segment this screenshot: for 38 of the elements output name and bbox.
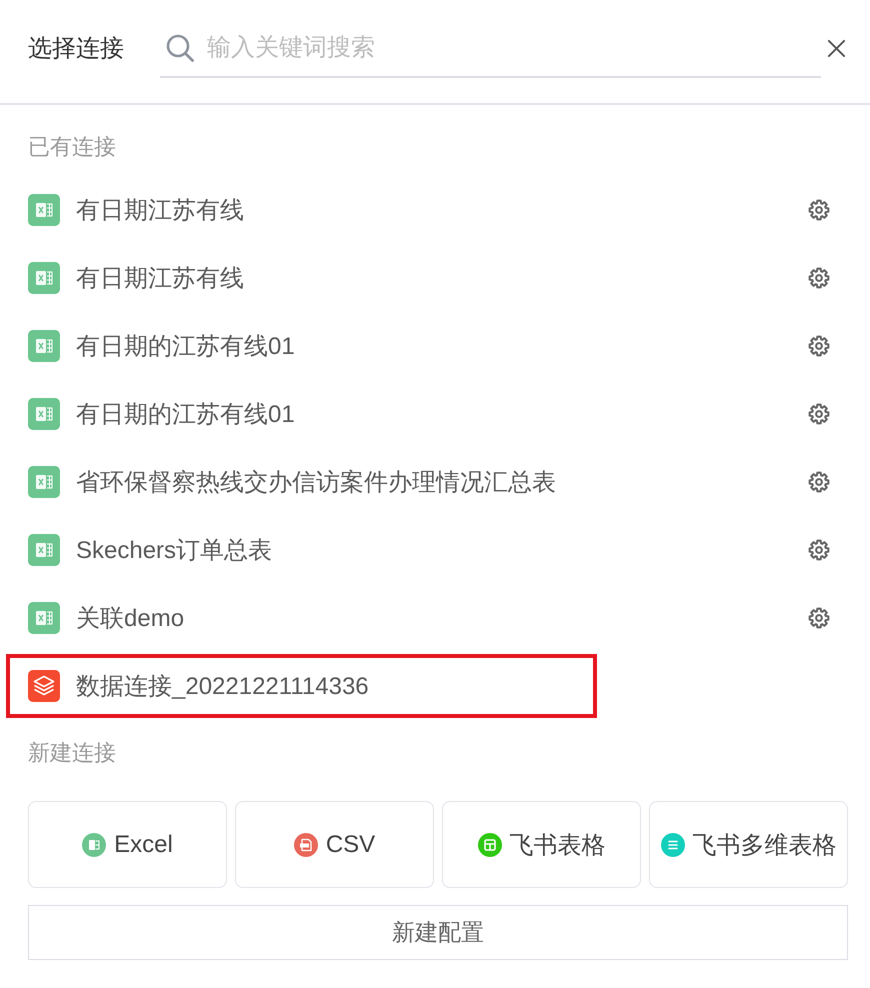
settings-icon[interactable] — [808, 335, 830, 357]
close-icon[interactable] — [827, 39, 846, 58]
connection-name[interactable]: 有日期的江苏有线01 — [76, 398, 295, 430]
source-button[interactable]: CSV — [235, 801, 434, 888]
new-config-button[interactable]: 新建配置 — [28, 905, 848, 960]
connection-name[interactable]: 省环保督察热线交办信访案件办理情况汇总表 — [76, 466, 556, 498]
connection-name[interactable]: 数据连接_20221221114336 — [76, 670, 369, 702]
settings-icon[interactable] — [808, 199, 830, 221]
connection-name[interactable]: 有日期的江苏有线01 — [76, 330, 295, 362]
search-field[interactable]: 输入关键词搜索 — [207, 31, 821, 65]
spreadsheet-file-icon — [28, 330, 60, 362]
connection-name[interactable]: Skechers订单总表 — [76, 534, 272, 566]
source-button[interactable]: 飞书多维表格 — [649, 801, 848, 888]
connection-name[interactable]: 有日期江苏有线 — [76, 194, 244, 226]
document-icon — [294, 832, 318, 856]
spreadsheet-file-icon — [28, 194, 60, 226]
source-button[interactable]: Excel — [28, 801, 227, 888]
spreadsheet-file-icon — [28, 466, 60, 498]
spreadsheet-file-icon — [28, 602, 60, 634]
lines-icon — [660, 832, 684, 856]
settings-icon[interactable] — [808, 267, 830, 289]
spreadsheet-file-icon — [28, 398, 60, 430]
spreadsheet-file-icon — [82, 832, 106, 856]
section-heading: 新建连接 — [28, 739, 116, 767]
spreadsheet-file-icon — [28, 262, 60, 294]
settings-icon[interactable] — [808, 403, 830, 425]
search-icon — [166, 34, 194, 62]
grid-icon — [478, 832, 502, 856]
connection-name[interactable]: 关联demo — [76, 602, 184, 634]
stacked-layers-icon — [28, 670, 60, 702]
settings-icon[interactable] — [808, 607, 830, 629]
section-heading: 已有连接 — [28, 133, 116, 161]
connection-name[interactable]: 有日期江苏有线 — [76, 262, 244, 294]
settings-icon[interactable] — [808, 539, 830, 561]
source-button[interactable]: 飞书表格 — [442, 801, 641, 888]
settings-icon[interactable] — [808, 471, 830, 493]
panel-title: 选择连接 — [28, 34, 124, 64]
spreadsheet-file-icon — [28, 534, 60, 566]
